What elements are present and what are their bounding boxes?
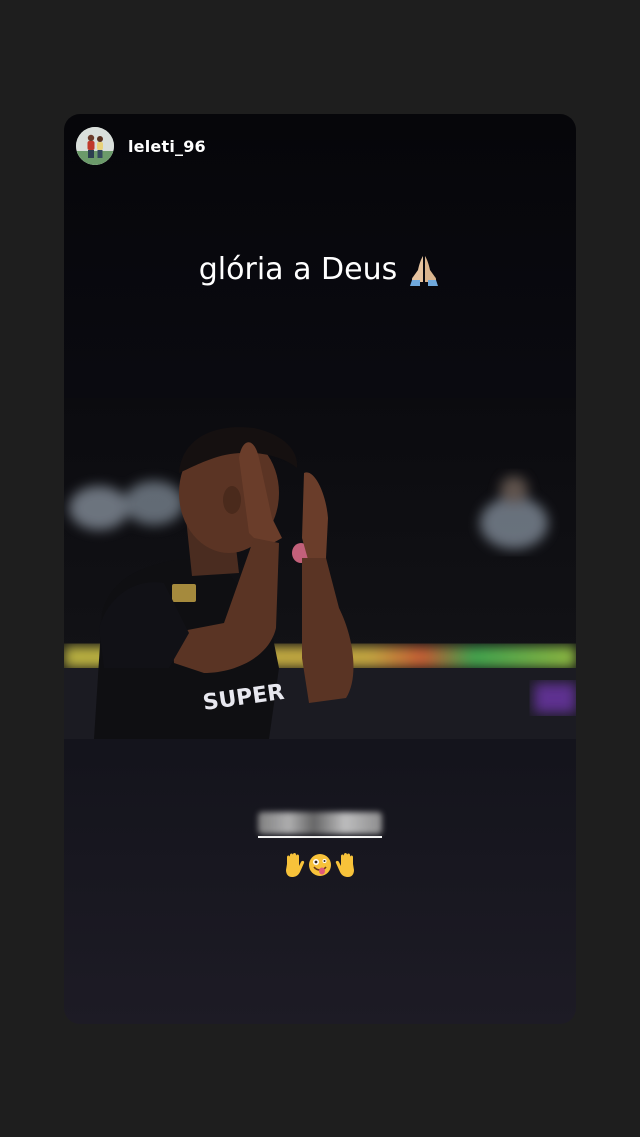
zany-face-icon (309, 854, 331, 876)
text-sticker (64, 812, 576, 878)
blurred-text (258, 812, 382, 834)
sticker-underline (258, 836, 382, 838)
story-card[interactable]: leleti_96 glória a Deus SUPER (64, 114, 576, 1024)
profile-avatar[interactable] (76, 127, 114, 165)
emoji-row (282, 852, 358, 878)
caption-text: glória a Deus (64, 252, 576, 287)
raised-hand-icon (286, 853, 305, 877)
story-header: leleti_96 (76, 126, 206, 166)
folded-hands-icon (410, 255, 439, 286)
username[interactable]: leleti_96 (128, 137, 206, 156)
caption-label: glória a Deus (198, 252, 398, 287)
avatar-image (76, 127, 114, 165)
post-photo[interactable]: SUPER (64, 398, 576, 739)
raised-hand-icon (335, 853, 354, 877)
